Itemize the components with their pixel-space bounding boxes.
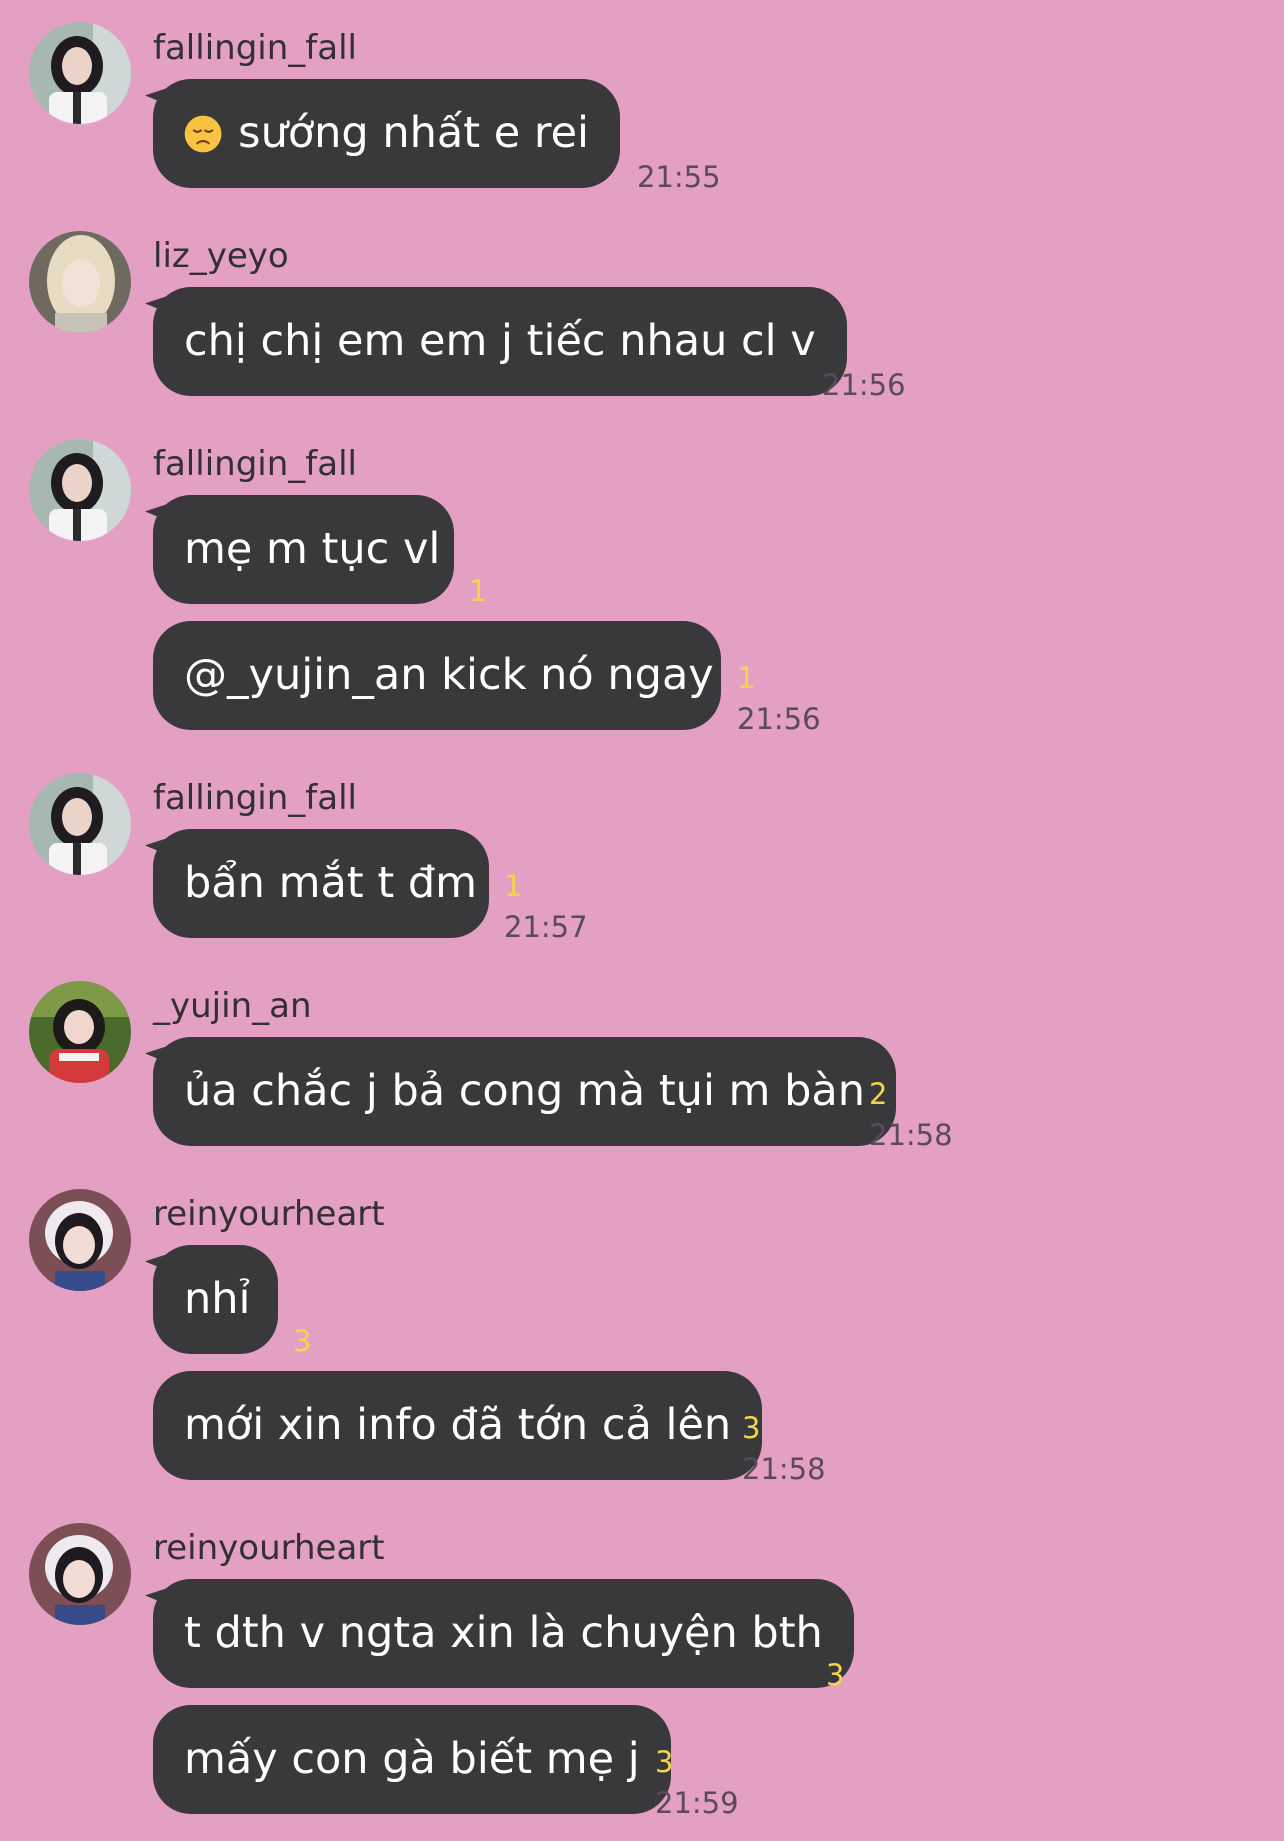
chat-message-list: fallingin_fall sướng nhất e rei 21:55 li… (0, 0, 1284, 1841)
read-count: 2 (869, 1077, 888, 1111)
message-text: mấy con gà biết mẹ j (184, 1734, 640, 1784)
read-count: 3 (742, 1411, 761, 1445)
message-bubble[interactable]: mới xin info đã tớn cả lên (153, 1371, 763, 1480)
sender-name: reinyourheart (153, 1528, 385, 1568)
read-count: 1 (469, 574, 488, 608)
message-time: 21:58 (742, 1452, 826, 1486)
avatar-photo-icon (29, 439, 131, 541)
message-bubble[interactable]: ủa chắc j bả cong mà tụi m bàn (153, 1037, 897, 1146)
user-avatar[interactable] (29, 1189, 131, 1291)
avatar-photo-icon (29, 22, 131, 124)
message-bubble[interactable]: mấy con gà biết mẹ j (153, 1705, 671, 1814)
avatar-photo-icon (29, 1189, 131, 1291)
message-bubble[interactable]: nhỉ (153, 1245, 278, 1354)
sender-name: fallingin_fall (153, 778, 357, 818)
message-time: 21:55 (637, 160, 721, 194)
message-time: 21:56 (822, 368, 906, 402)
read-count: 1 (504, 869, 523, 903)
message-bubble[interactable]: @_yujin_an kick nó ngay (153, 621, 721, 730)
sender-name: reinyourheart (153, 1194, 385, 1234)
message-text: mẹ m tục vl (184, 524, 441, 574)
message-bubble[interactable]: sướng nhất e rei (153, 79, 620, 188)
message-text: mới xin info đã tớn cả lên (184, 1400, 732, 1450)
sender-name: liz_yeyo (153, 236, 289, 276)
user-avatar[interactable] (29, 773, 131, 875)
user-avatar[interactable] (29, 22, 131, 124)
message-text: ủa chắc j bả cong mà tụi m bàn (184, 1066, 866, 1116)
message-time: 21:56 (737, 702, 821, 736)
avatar-photo-icon (29, 1523, 131, 1625)
message-text: bẩn mắt t đm (184, 858, 478, 908)
message-bubble[interactable]: bẩn mắt t đm (153, 829, 489, 938)
message-bubble[interactable]: t dth v ngta xin là chuyện bth (153, 1579, 854, 1688)
message-bubble[interactable]: mẹ m tục vl (153, 495, 454, 604)
message-text: sướng nhất e rei (238, 108, 589, 158)
message-text: t dth v ngta xin là chuyện bth (184, 1608, 823, 1658)
message-time: 21:59 (655, 1786, 739, 1820)
read-count: 3 (293, 1324, 312, 1358)
message-bubble[interactable]: chị chị em em j tiếc nhau cl v (153, 287, 847, 396)
message-text: nhỉ (184, 1274, 251, 1324)
avatar-photo-icon (29, 773, 131, 875)
user-avatar[interactable] (29, 231, 131, 333)
message-text: chị chị em em j tiếc nhau cl v (184, 316, 816, 366)
disappointed-face-icon (184, 115, 222, 152)
avatar-photo-icon (29, 231, 131, 333)
sender-name: _yujin_an (153, 986, 312, 1026)
sender-name: fallingin_fall (153, 28, 357, 68)
sender-name: fallingin_fall (153, 444, 357, 484)
user-avatar[interactable] (29, 439, 131, 541)
user-avatar[interactable] (29, 981, 131, 1083)
message-text: @_yujin_an kick nó ngay (184, 650, 714, 700)
read-count: 1 (737, 661, 756, 695)
message-time: 21:58 (869, 1118, 953, 1152)
user-avatar[interactable] (29, 1523, 131, 1625)
message-time: 21:57 (504, 910, 588, 944)
read-count: 3 (826, 1658, 845, 1692)
read-count: 3 (655, 1745, 674, 1779)
avatar-photo-icon (29, 981, 131, 1083)
